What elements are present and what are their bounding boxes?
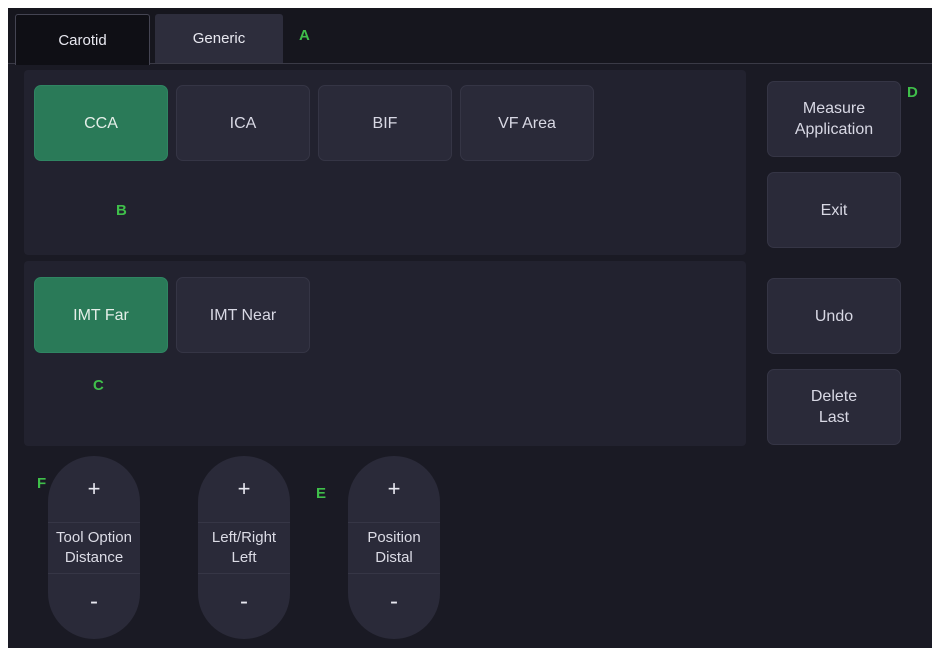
left-right-label: Left/Right Left xyxy=(198,522,290,574)
tab-generic[interactable]: Generic xyxy=(155,14,283,63)
measure-label-line2: Application xyxy=(794,121,874,138)
delete-label-line2: Last xyxy=(818,409,850,426)
exit-button[interactable]: Exit xyxy=(767,172,901,248)
position-label: Position Distal xyxy=(348,522,440,574)
position-title: Position xyxy=(367,529,421,546)
undo-button[interactable]: Undo xyxy=(767,278,901,354)
cca-button[interactable]: CCA xyxy=(34,85,168,161)
callout-b: B xyxy=(116,202,127,219)
bif-button[interactable]: BIF xyxy=(318,85,452,161)
measure-application-button[interactable]: Measure Application xyxy=(767,81,901,157)
left-right-decrease-button[interactable]: - xyxy=(198,588,290,616)
position-increase-button[interactable]: + xyxy=(348,476,440,502)
tool-option-label: Tool Option Distance xyxy=(48,522,140,574)
ica-button[interactable]: ICA xyxy=(176,85,310,161)
tool-option-value: Distance xyxy=(64,549,124,566)
position-value: Distal xyxy=(375,549,413,566)
position-decrease-button[interactable]: - xyxy=(348,588,440,616)
tool-option-decrease-button[interactable]: - xyxy=(48,588,140,616)
position-knob[interactable]: + Position Distal - xyxy=(348,456,440,639)
ultrasound-touch-panel: Carotid Generic A CCA ICA BIF VF Area B … xyxy=(8,8,932,648)
delete-last-button[interactable]: Delete Last xyxy=(767,369,901,445)
tool-option-knob[interactable]: + Tool Option Distance - xyxy=(48,456,140,639)
tool-option-title: Tool Option xyxy=(56,529,132,546)
callout-a: A xyxy=(299,27,310,44)
tab-carotid[interactable]: Carotid xyxy=(15,14,150,65)
vf-area-button[interactable]: VF Area xyxy=(460,85,594,161)
delete-label-line1: Delete xyxy=(810,388,858,405)
callout-f: F xyxy=(37,475,47,492)
measure-label-line1: Measure xyxy=(802,100,866,117)
imt-near-button[interactable]: IMT Near xyxy=(176,277,310,353)
left-right-knob[interactable]: + Left/Right Left - xyxy=(198,456,290,639)
left-right-value: Left xyxy=(231,549,257,566)
left-right-title: Left/Right xyxy=(211,529,277,546)
tool-option-increase-button[interactable]: + xyxy=(48,476,140,502)
imt-far-button[interactable]: IMT Far xyxy=(34,277,168,353)
callout-c: C xyxy=(93,377,104,394)
callout-d: D xyxy=(907,84,918,101)
left-right-increase-button[interactable]: + xyxy=(198,476,290,502)
tab-strip: Carotid Generic A xyxy=(8,8,932,65)
callout-e: E xyxy=(316,485,327,502)
